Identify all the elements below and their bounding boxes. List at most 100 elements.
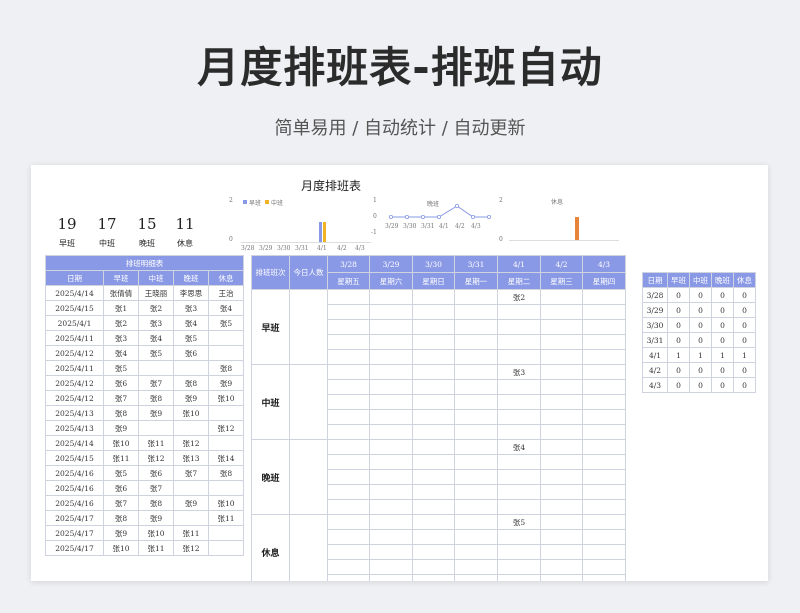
table-cell: 张8 <box>103 510 139 526</box>
rest-bar-4-1 <box>575 217 579 240</box>
line-x-0: 3/29 <box>385 223 399 230</box>
table-cell: 0 <box>711 287 734 303</box>
table-cell: 张12 <box>173 435 209 451</box>
bar-chart-ymin: 0 <box>229 236 233 243</box>
table-cell: 张9 <box>138 405 174 421</box>
stat-label-night: 晚班 <box>139 239 155 248</box>
table-cell: 0 <box>733 362 756 378</box>
schedule-cell <box>540 469 583 485</box>
table-cell: 张11 <box>138 540 174 556</box>
schedule-cell <box>582 349 626 365</box>
table-row: 2025/4/16 张7 张8 张9 张10 <box>45 495 245 511</box>
summary-header-row: 日期 早班 中班 晚班 休息 <box>642 272 756 288</box>
table-cell: 张9 <box>138 510 174 526</box>
summary-header-cell: 休息 <box>733 272 756 288</box>
page-title: 月度排班表-排班自动 <box>197 43 603 92</box>
schedule-cell <box>327 469 370 485</box>
schedule-block-label: 早班 <box>251 289 290 365</box>
schedule-cell <box>327 304 370 320</box>
spreadsheet-preview: 月度排班表 19 17 15 11 早班 中班 晚班 休息 2 0 早班 中班 … <box>31 165 768 581</box>
table-row: 早班 张2 <box>251 289 626 365</box>
table-cell: 张12 <box>138 450 174 466</box>
table-cell: 0 <box>733 332 756 348</box>
table-cell: 张8 <box>173 375 209 391</box>
schedule-cell <box>454 424 498 440</box>
schedule-block-label: 休息 <box>251 514 290 581</box>
schedule-cell <box>327 574 370 581</box>
schedule-cell <box>582 304 626 320</box>
schedule-cell <box>412 289 455 305</box>
table-cell: 张4 <box>207 300 245 316</box>
schedule-cell <box>497 544 541 560</box>
summary-header-cell: 日期 <box>642 272 668 288</box>
schedule-cell <box>540 364 583 380</box>
schedule-cell <box>327 289 370 305</box>
schedule-weekday-6: 星期四 <box>582 272 626 290</box>
table-cell <box>173 510 209 526</box>
table-cell: 2025/4/13 <box>45 420 104 436</box>
stat-label-middle: 中班 <box>99 239 115 248</box>
table-cell: 张9 <box>173 495 209 511</box>
schedule-cell <box>582 409 626 425</box>
table-cell: 张7 <box>173 465 209 481</box>
stat-num-morning: 19 <box>57 215 77 233</box>
summary-table: 日期 早班 中班 晚班 休息 3/28 0 0 0 0 3/29 0 0 0 0 3/30 0 0 0 0 3/31 0… <box>642 272 756 393</box>
schedule-cell <box>412 364 455 380</box>
schedule-cell <box>454 379 498 395</box>
schedule-cell <box>327 514 370 530</box>
schedule-cell <box>412 499 455 515</box>
table-cell: 王治 <box>207 285 245 301</box>
schedule-count-cell <box>289 439 328 515</box>
bar-legend-middle: 中班 <box>271 200 284 207</box>
schedule-cell <box>540 559 583 575</box>
table-cell: 张3 <box>173 300 209 316</box>
table-cell: 张13 <box>173 450 209 466</box>
schedule-cell <box>454 439 498 455</box>
table-cell: 0 <box>711 317 734 333</box>
line-chart-ylow: -1 <box>371 229 377 236</box>
table-row: 2025/4/14 张10 张11 张12 <box>45 435 245 451</box>
table-cell: 张3 <box>103 330 139 346</box>
table-row: 2025/4/12 张7 张8 张9 张10 <box>45 390 245 406</box>
table-cell: 2025/4/1 <box>45 315 104 331</box>
table-cell: 张7 <box>138 375 174 391</box>
table-row: 3/29 0 0 0 0 <box>642 302 756 318</box>
table-cell: 0 <box>689 362 712 378</box>
schedule-cell <box>540 289 583 305</box>
table-row: 2025/4/16 张5 张6 张7 张8 <box>45 465 245 481</box>
table-cell: 张8 <box>138 495 174 511</box>
line-x-2: 3/31 <box>421 223 435 230</box>
bar-middle-4-1 <box>323 222 326 242</box>
schedule-weekday-3: 星期一 <box>454 272 498 290</box>
schedule-cell <box>540 424 583 440</box>
schedule-cell <box>412 484 455 500</box>
table-cell: 张9 <box>207 375 245 391</box>
bar-chart-ymax: 2 <box>229 197 233 204</box>
schedule-cell <box>369 469 413 485</box>
schedule-cell <box>454 349 498 365</box>
table-row: 4/1 1 1 1 1 <box>642 347 756 363</box>
schedule-cell <box>369 349 413 365</box>
schedule-cell <box>582 544 626 560</box>
table-cell: 2025/4/12 <box>45 345 104 361</box>
schedule-cell <box>327 439 370 455</box>
table-cell <box>207 345 245 361</box>
table-cell: 张8 <box>138 390 174 406</box>
bar-x-0: 3/28 <box>241 245 255 252</box>
table-row: 2025/4/17 张9 张10 张11 <box>45 525 245 541</box>
table-cell <box>207 435 245 451</box>
table-cell: 张9 <box>103 420 139 436</box>
table-row: 2025/4/11 张5 张8 <box>45 360 245 376</box>
table-row: 休息 张5 <box>251 514 626 581</box>
page-subtitle: 简单易用 / 自动统计 / 自动更新 <box>274 118 526 139</box>
detail-header-cell: 早班 <box>103 270 139 286</box>
schedule-cell <box>497 349 541 365</box>
table-cell: 张8 <box>207 360 245 376</box>
table-cell: 张倩倩 <box>103 285 139 301</box>
schedule-cell <box>582 394 626 410</box>
table-row: 4/2 0 0 0 0 <box>642 362 756 378</box>
table-row: 2025/4/12 张6 张7 张8 张9 <box>45 375 245 391</box>
table-row: 2025/4/17 张10 张11 张12 <box>45 540 245 556</box>
table-cell: 0 <box>667 302 690 318</box>
table-cell: 张2 <box>138 300 174 316</box>
